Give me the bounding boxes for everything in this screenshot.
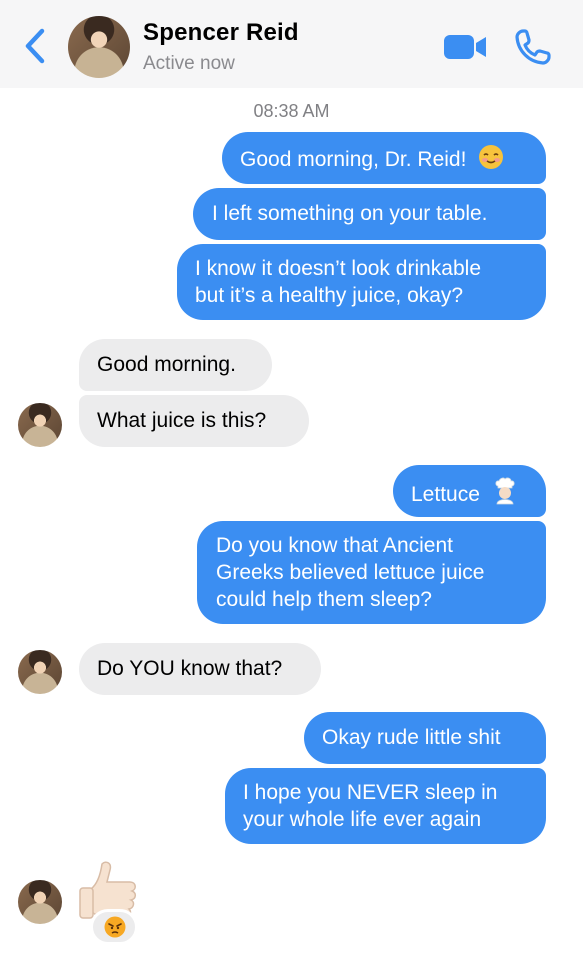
message-text: I know it doesn’t look drinkable — [195, 257, 481, 280]
incoming-message[interactable]: What juice is this? — [79, 395, 309, 447]
incoming-message[interactable]: Do YOU know that? — [79, 643, 321, 695]
message-text: Good morning, Dr. Reid! — [240, 148, 467, 171]
outgoing-message[interactable]: I left something on your table. — [193, 188, 546, 240]
message-text: Do you know that Ancient — [216, 534, 453, 557]
contact-name[interactable]: Spencer Reid — [143, 19, 299, 47]
message-reaction[interactable] — [90, 909, 138, 945]
outgoing-message[interactable]: Okay rude little shit — [304, 712, 546, 764]
message-text: your whole life ever again — [243, 808, 482, 831]
contact-status: Active now — [143, 53, 235, 74]
message-text: Greeks believed lettuce juice — [216, 561, 485, 584]
sender-avatar[interactable] — [18, 650, 62, 694]
outgoing-message[interactable]: I hope you NEVER sleep in your whole lif… — [225, 768, 546, 844]
outgoing-message[interactable]: Good morning, Dr. Reid! — [222, 132, 546, 184]
message-text: Good morning. — [97, 353, 236, 376]
incoming-message[interactable]: Good morning. — [79, 339, 272, 391]
outgoing-message[interactable]: Lettuce — [393, 465, 546, 517]
message-text: could help them sleep? — [216, 588, 432, 611]
angry-face-emoji — [104, 916, 126, 938]
message-text: Okay rude little shit — [322, 726, 501, 749]
message-text: Lettuce — [411, 483, 480, 506]
outgoing-message[interactable]: Do you know that Ancient Greeks believed… — [197, 521, 546, 624]
phone-call-icon[interactable] — [514, 28, 552, 66]
message-timestamp: 08:38 AM — [253, 101, 330, 121]
sender-avatar[interactable] — [18, 403, 62, 447]
back-chevron-icon[interactable] — [20, 27, 52, 65]
message-text: What juice is this? — [97, 409, 267, 432]
message-text: Do YOU know that? — [97, 657, 283, 680]
outgoing-message[interactable]: I know it doesn’t look drinkable but it’… — [177, 244, 546, 320]
message-text: I hope you NEVER sleep in — [243, 781, 498, 804]
message-text: but it’s a healthy juice, okay? — [195, 284, 464, 307]
contact-avatar[interactable] — [68, 16, 130, 78]
chat-header: Spencer Reid Active now — [0, 0, 583, 88]
sender-avatar[interactable] — [18, 880, 62, 924]
chef-emoji — [495, 477, 515, 505]
video-call-icon[interactable] — [442, 32, 488, 62]
message-text: I left something on your table. — [212, 202, 488, 225]
smiling-blush-emoji — [479, 145, 504, 169]
